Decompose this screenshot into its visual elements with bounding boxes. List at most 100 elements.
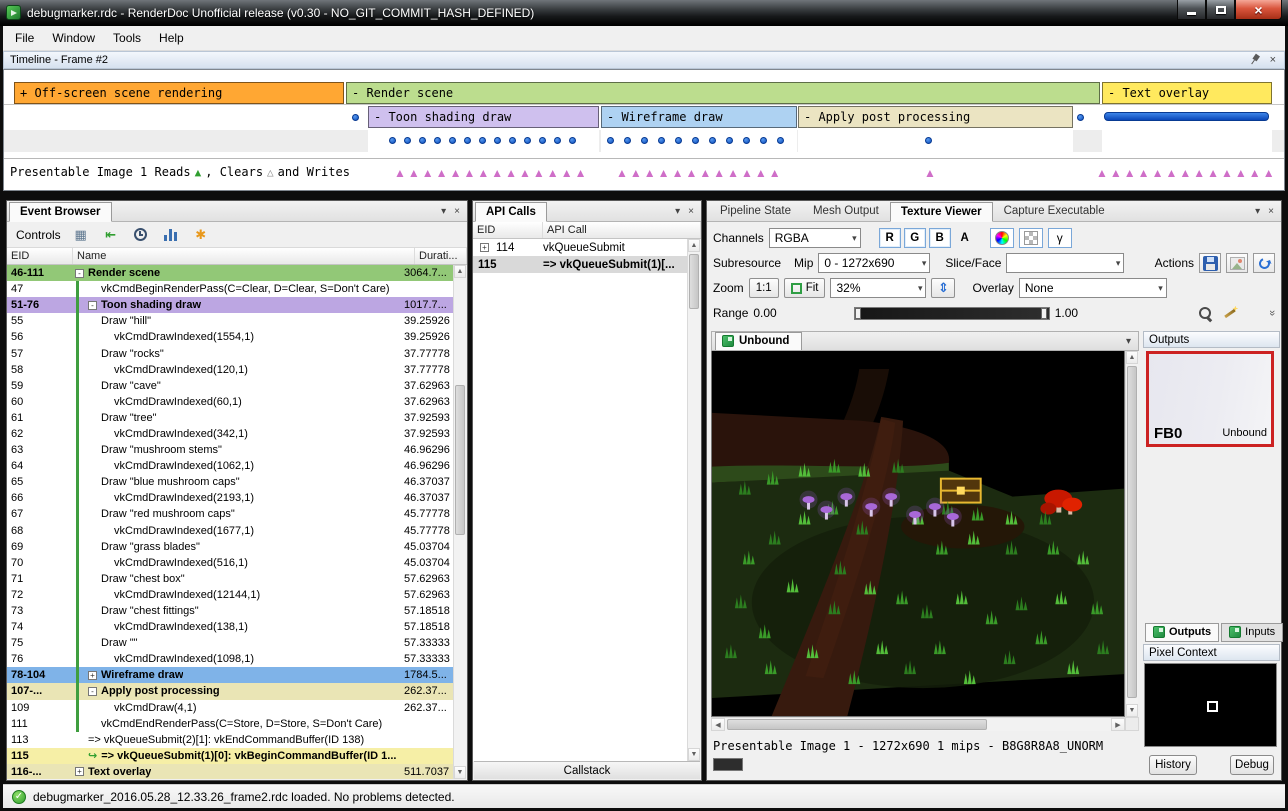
event-row-63[interactable]: 63Draw "mushroom stems"46.96296 <box>7 442 453 458</box>
texture-tab-unbound[interactable]: Unbound <box>715 332 802 350</box>
scroll-right-icon[interactable]: ▶ <box>1111 718 1125 731</box>
texture-hscrollbar[interactable]: ◀ ▶ <box>711 717 1125 731</box>
event-row-73[interactable]: 73Draw "chest fittings"57.18518 <box>7 603 453 619</box>
colorwheel-button[interactable] <box>990 228 1014 248</box>
capture-durations-icon[interactable] <box>131 225 151 245</box>
tab-texture-viewer[interactable]: Texture Viewer <box>890 202 993 222</box>
panel-close-icon[interactable]: × <box>454 206 460 217</box>
tab-api-calls[interactable]: API Calls <box>475 202 547 222</box>
channels-combo[interactable]: RGBA▾ <box>769 228 861 248</box>
event-row-60[interactable]: 60vkCmdDrawIndexed(60,1)37.62963 <box>7 394 453 410</box>
timeline-marker-text-overlay[interactable]: - Text overlay <box>1102 82 1272 104</box>
event-row-66[interactable]: 66vkCmdDrawIndexed(2193,1)46.37037 <box>7 490 453 506</box>
mip-combo[interactable]: 0 - 1272x690▾ <box>818 253 930 273</box>
timeline-filter-icon[interactable]: ▦ <box>71 225 91 245</box>
event-row-70[interactable]: 70vkCmdDrawIndexed(516,1)45.03704 <box>7 555 453 571</box>
jump-to-eid-icon[interactable]: ⇤ <box>101 225 121 245</box>
gamma-button[interactable]: γ <box>1048 228 1072 248</box>
statistics-icon[interactable] <box>161 225 181 245</box>
tree-expander-icon[interactable]: + <box>480 243 489 252</box>
maximize-button[interactable] <box>1206 0 1235 20</box>
event-row-67[interactable]: 67Draw "red mushroom caps"45.77778 <box>7 506 453 522</box>
menu-help[interactable]: Help <box>150 26 193 50</box>
close-button[interactable]: × <box>1235 0 1282 20</box>
event-row-61[interactable]: 61Draw "tree"37.92593 <box>7 410 453 426</box>
tab-inputs[interactable]: Inputs <box>1221 623 1283 642</box>
panel-menu-icon[interactable]: ▾ <box>1255 206 1260 217</box>
channel-a-button[interactable]: A <box>954 228 976 248</box>
event-row-58[interactable]: 58vkCmdDrawIndexed(120,1)37.77778 <box>7 362 453 378</box>
slice-face-combo[interactable]: ▾ <box>1006 253 1124 273</box>
range-slider[interactable] <box>854 307 1050 320</box>
scroll-down-icon[interactable]: ▼ <box>688 748 700 761</box>
tree-expander-icon[interactable]: - <box>75 269 84 278</box>
texture-vscrollbar[interactable]: ▲ ▼ <box>1125 351 1138 717</box>
zoom-range-button[interactable] <box>1196 303 1216 323</box>
menu-tools[interactable]: Tools <box>104 26 150 50</box>
event-row-109[interactable]: 109vkCmdDraw(4,1)262.37... <box>7 700 453 716</box>
texture-image[interactable] <box>711 351 1125 717</box>
api-row-115[interactable]: 115=> vkQueueSubmit(1)[... <box>473 256 687 273</box>
tab-event-browser[interactable]: Event Browser <box>9 202 112 222</box>
timeline-close-icon[interactable]: × <box>1270 54 1276 66</box>
event-row-78-104[interactable]: 78-104+Wireframe draw1784.5... <box>7 667 453 683</box>
event-row-107-...[interactable]: 107-...-Apply post processing262.37... <box>7 683 453 699</box>
flip-vertical-button[interactable]: ⇕ <box>931 278 955 298</box>
menu-file[interactable]: File <box>6 26 43 50</box>
event-row-56[interactable]: 56vkCmdDrawIndexed(1554,1)39.25926 <box>7 329 453 345</box>
event-row-116-...[interactable]: 116-...+Text overlay511.7037 <box>7 764 453 779</box>
scroll-thumb[interactable] <box>455 385 465 535</box>
tree-expander-icon[interactable]: - <box>88 301 97 310</box>
scroll-up-icon[interactable]: ▲ <box>1126 351 1138 364</box>
history-button[interactable]: History <box>1149 755 1197 775</box>
refresh-button[interactable] <box>1253 253 1275 273</box>
channel-r-button[interactable]: R <box>879 228 901 248</box>
fit-button[interactable]: Fit <box>784 278 826 298</box>
event-row-113[interactable]: 113=> vkQueueSubmit(2)[1]: vkEndCommandB… <box>7 732 453 748</box>
callstack-bar[interactable]: Callstack <box>474 761 700 779</box>
timeline-marker-render-scene[interactable]: - Render scene <box>346 82 1100 104</box>
scroll-thumb[interactable] <box>727 719 987 730</box>
event-row-74[interactable]: 74vkCmdDrawIndexed(138,1)57.18518 <box>7 619 453 635</box>
autofit-range-button[interactable] <box>1221 303 1241 323</box>
pin-icon[interactable] <box>1246 52 1262 68</box>
event-row-69[interactable]: 69Draw "grass blades"45.03704 <box>7 539 453 555</box>
toolbar-overflow-icon[interactable]: » <box>1266 310 1278 316</box>
event-row-65[interactable]: 65Draw "blue mushroom caps"46.37037 <box>7 474 453 490</box>
tree-expander-icon[interactable]: - <box>88 687 97 696</box>
channel-b-button[interactable]: B <box>929 228 951 248</box>
panel-menu-icon[interactable]: ▾ <box>441 206 446 217</box>
overlay-combo[interactable]: None▾ <box>1019 278 1167 298</box>
timeline-marker-toon-shading[interactable]: - Toon shading draw <box>368 106 599 128</box>
debug-button[interactable]: Debug <box>1230 755 1274 775</box>
tab-outputs[interactable]: Outputs <box>1145 623 1219 642</box>
texture-list-dropdown-icon[interactable]: ▾ <box>1126 336 1138 347</box>
event-row-64[interactable]: 64vkCmdDrawIndexed(1062,1)46.96296 <box>7 458 453 474</box>
channel-g-button[interactable]: G <box>904 228 926 248</box>
range-white-handle[interactable] <box>1041 308 1047 319</box>
timeline-panel-header[interactable]: Timeline - Frame #2 × <box>3 51 1285 69</box>
event-row-111[interactable]: 111vkCmdEndRenderPass(C=Store, D=Store, … <box>7 716 453 732</box>
event-row-55[interactable]: 55Draw "hill"39.25926 <box>7 313 453 329</box>
event-row-47[interactable]: 47vkCmdBeginRenderPass(C=Clear, D=Clear,… <box>7 281 453 297</box>
event-row-72[interactable]: 72vkCmdDrawIndexed(12144,1)57.62963 <box>7 587 453 603</box>
tree-expander-icon[interactable]: + <box>88 671 97 680</box>
timeline-marker-wireframe[interactable]: - Wireframe draw <box>601 106 797 128</box>
event-row-115[interactable]: 115↪=> vkQueueSubmit(1)[0]: vkBeginComma… <box>7 748 453 764</box>
bookmark-icon[interactable]: ✱ <box>191 225 211 245</box>
event-row-51-76[interactable]: 51-76-Toon shading draw1017.7... <box>7 297 453 313</box>
scroll-up-icon[interactable]: ▲ <box>454 265 466 278</box>
event-row-68[interactable]: 68vkCmdDrawIndexed(1677,1)45.77778 <box>7 523 453 539</box>
minimize-button[interactable] <box>1177 0 1206 20</box>
event-row-62[interactable]: 62vkCmdDrawIndexed(342,1)37.92593 <box>7 426 453 442</box>
timeline-marker-post-processing[interactable]: - Apply post processing <box>798 106 1073 128</box>
event-row-59[interactable]: 59Draw "cave"37.62963 <box>7 378 453 394</box>
api-row-114[interactable]: +114vkQueueSubmit <box>473 239 687 256</box>
zoom-1to1-button[interactable]: 1:1 <box>749 278 779 298</box>
range-black-handle[interactable] <box>855 308 861 319</box>
event-row-76[interactable]: 76vkCmdDrawIndexed(1098,1)57.33333 <box>7 651 453 667</box>
tab-pipeline-state[interactable]: Pipeline State <box>709 201 802 221</box>
panel-menu-icon[interactable]: ▾ <box>675 206 680 217</box>
scroll-down-icon[interactable]: ▼ <box>1126 704 1138 717</box>
scroll-thumb[interactable] <box>689 254 699 309</box>
